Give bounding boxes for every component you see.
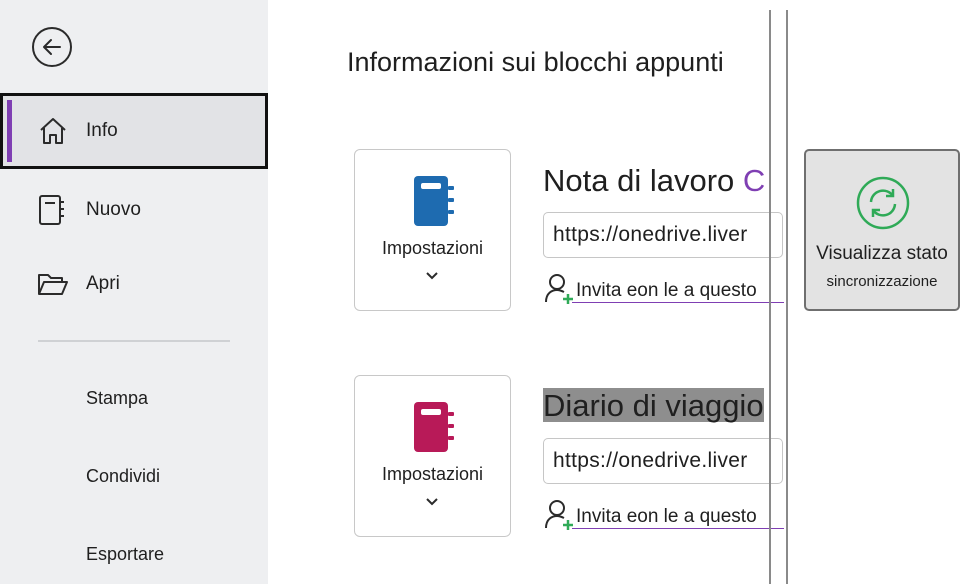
panel-divider bbox=[769, 10, 771, 584]
notebook-url-text: https://onedrive.liver bbox=[553, 449, 748, 472]
add-person-icon bbox=[545, 274, 573, 304]
notebook-settings-button[interactable]: Impostazioni bbox=[354, 149, 511, 311]
notebook-title-overflow: C bbox=[742, 163, 766, 198]
chevron-down-icon bbox=[426, 272, 438, 280]
notebook-icon bbox=[414, 176, 454, 226]
invite-underline bbox=[572, 528, 784, 529]
invite-text: Invita eon le a questo bbox=[576, 280, 757, 301]
new-notebook-icon bbox=[39, 195, 64, 225]
notebook-settings-button[interactable]: Impostazioni bbox=[354, 375, 511, 537]
invite-link[interactable]: Invita eon le a questo bbox=[544, 498, 784, 530]
invite-text: Invita eon le a questo bbox=[576, 506, 757, 527]
panel-divider bbox=[786, 10, 788, 584]
sidebar-item-condividi[interactable]: Condividi bbox=[86, 466, 160, 487]
settings-label: Impostazioni bbox=[381, 238, 484, 258]
sidebar-item-nuovo[interactable]: Nuovo bbox=[0, 190, 268, 230]
sidebar-item-esportare[interactable]: Esportare bbox=[86, 544, 164, 565]
view-sync-status-button[interactable]: Visualizza stato sincronizzazione bbox=[804, 149, 960, 311]
sidebar-item-apri[interactable]: Apri bbox=[0, 264, 268, 304]
sync-title: Visualizza stato bbox=[816, 243, 948, 264]
sidebar: Info Nuovo Apri Stampa Condividi Esporta… bbox=[0, 0, 268, 584]
sidebar-item-label: Apri bbox=[86, 273, 120, 294]
add-person-icon bbox=[545, 500, 573, 530]
folder-open-icon bbox=[38, 274, 68, 295]
invite-link[interactable]: Invita eon le a questo bbox=[544, 272, 784, 304]
invite-underline bbox=[572, 302, 784, 303]
notebook-title: Diario di viaggio bbox=[543, 388, 764, 424]
sidebar-item-label: Info bbox=[86, 120, 118, 141]
notebook-title-text: Nota di lavoro bbox=[543, 163, 735, 198]
notebook-title: Nota di lavoro C bbox=[543, 163, 765, 199]
page-title: Informazioni sui blocchi appunti bbox=[347, 47, 724, 77]
notebook-url-field[interactable]: https://onedrive.liver bbox=[543, 212, 783, 258]
back-button[interactable] bbox=[32, 27, 72, 67]
notebook-icon bbox=[414, 402, 454, 452]
back-arrow-icon bbox=[43, 39, 61, 55]
sidebar-divider bbox=[38, 340, 230, 342]
selected-indicator bbox=[7, 100, 12, 162]
sidebar-item-stampa[interactable]: Stampa bbox=[86, 388, 148, 409]
notebook-url-field[interactable]: https://onedrive.liver bbox=[543, 438, 783, 484]
notebook-url-text: https://onedrive.liver bbox=[553, 223, 748, 246]
notebook-title-text: Diario di viaggio bbox=[543, 388, 764, 423]
sync-icon bbox=[856, 176, 910, 230]
home-icon bbox=[40, 118, 66, 144]
chevron-down-icon bbox=[426, 498, 438, 506]
sidebar-item-label: Nuovo bbox=[86, 199, 141, 220]
sync-subtitle: sincronizzazione bbox=[826, 273, 938, 290]
settings-label: Impostazioni bbox=[381, 464, 484, 484]
sidebar-item-info[interactable]: Info bbox=[0, 93, 268, 169]
